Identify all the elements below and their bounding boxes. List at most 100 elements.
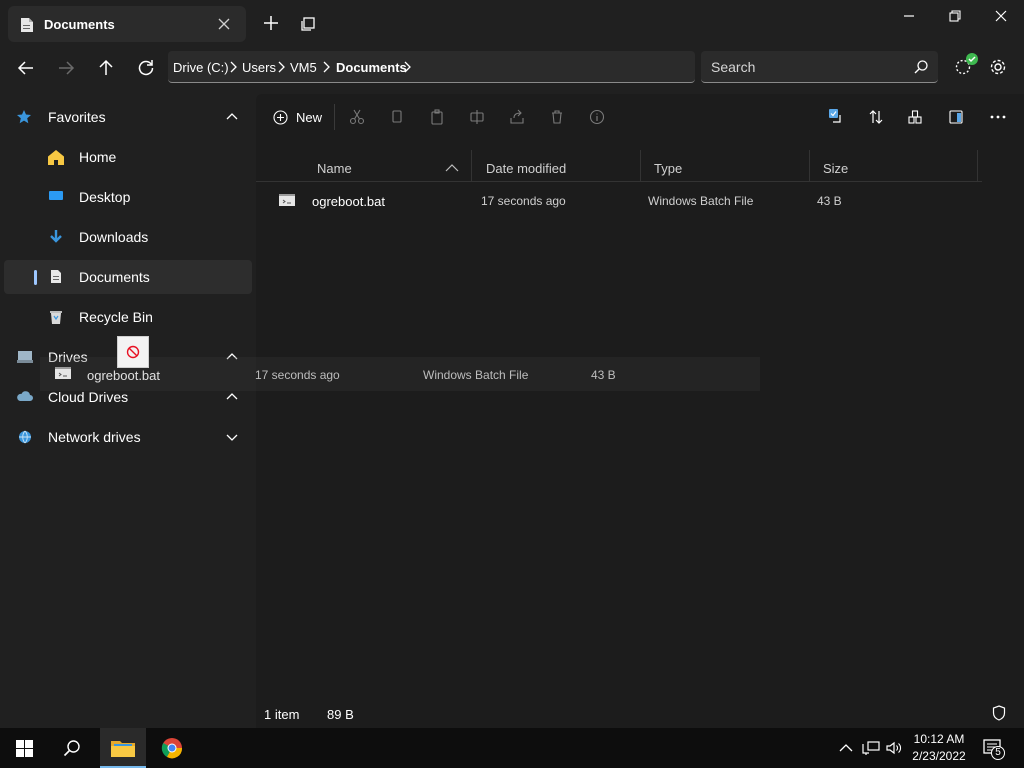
breadcrumb-drive[interactable]: Drive (C:) bbox=[173, 60, 229, 75]
sidebar-label: Recycle Bin bbox=[79, 309, 153, 325]
chevron-right-icon[interactable] bbox=[402, 61, 412, 73]
table-row[interactable]: ogreboot.bat 17 seconds ago Windows Batc… bbox=[262, 186, 982, 216]
home-icon bbox=[47, 149, 65, 166]
drag-file-name: ogreboot.bat bbox=[87, 368, 161, 383]
select-mode-icon[interactable] bbox=[827, 107, 843, 123]
duplicate-tab-icon[interactable] bbox=[300, 16, 316, 32]
search-input[interactable]: Search bbox=[701, 51, 938, 83]
column-divider[interactable] bbox=[640, 150, 641, 182]
status-center-icon[interactable] bbox=[953, 52, 981, 78]
search-icon[interactable] bbox=[913, 59, 929, 75]
chevron-up-icon[interactable] bbox=[226, 112, 238, 122]
sidebar-label: Cloud Drives bbox=[48, 389, 129, 405]
breadcrumb-documents[interactable]: Documents bbox=[336, 60, 407, 75]
column-size[interactable]: Size bbox=[823, 161, 848, 176]
drive-icon bbox=[16, 349, 34, 365]
batch-file-icon bbox=[54, 365, 72, 381]
sidebar-item-downloads[interactable]: Downloads bbox=[4, 220, 252, 254]
column-date-modified[interactable]: Date modified bbox=[486, 161, 566, 176]
star-icon bbox=[16, 109, 32, 125]
no-drop-cursor-icon bbox=[117, 336, 149, 368]
chevron-right-icon bbox=[321, 61, 331, 73]
new-label: New bbox=[296, 110, 323, 125]
more-options-icon[interactable] bbox=[989, 109, 1006, 125]
clock-date: 2/23/2022 bbox=[912, 749, 966, 763]
copy-icon[interactable] bbox=[389, 109, 405, 125]
sidebar-item-recycle-bin[interactable]: Recycle Bin bbox=[4, 300, 252, 334]
toolbar-divider bbox=[334, 104, 335, 130]
folder-icon bbox=[110, 738, 136, 758]
taskbar-chrome[interactable] bbox=[150, 728, 194, 768]
batch-file-icon bbox=[278, 192, 296, 208]
back-icon[interactable] bbox=[16, 58, 36, 78]
file-size: 43 B bbox=[817, 194, 842, 208]
sidebar-item-desktop[interactable]: Desktop bbox=[4, 180, 252, 214]
total-size: 89 B bbox=[327, 707, 354, 722]
sort-ascending-icon[interactable] bbox=[445, 163, 459, 173]
status-bar: 1 item 89 B bbox=[256, 700, 1024, 728]
network-icon bbox=[16, 429, 34, 445]
sidebar-label: Desktop bbox=[79, 189, 131, 205]
preview-pane-icon[interactable] bbox=[948, 109, 964, 125]
address-bar[interactable]: Drive (C:) Users VM5 Documents bbox=[168, 51, 695, 83]
share-icon[interactable] bbox=[509, 109, 525, 125]
taskbar-clock[interactable]: 10:12 AM 2/23/2022 bbox=[905, 731, 973, 765]
column-divider[interactable] bbox=[977, 150, 978, 182]
close-tab-icon[interactable] bbox=[216, 16, 232, 32]
selection-indicator bbox=[34, 270, 37, 285]
shield-icon[interactable] bbox=[992, 705, 1006, 721]
info-icon[interactable] bbox=[589, 109, 605, 125]
notification-count: 5 bbox=[991, 746, 1005, 760]
sidebar-item-documents[interactable]: Documents bbox=[4, 260, 252, 294]
search-placeholder: Search bbox=[711, 59, 756, 75]
sidebar-label: Favorites bbox=[48, 109, 106, 125]
file-date: 17 seconds ago bbox=[481, 194, 566, 208]
minimize-icon[interactable] bbox=[901, 8, 917, 24]
delete-icon[interactable] bbox=[549, 109, 565, 125]
document-icon bbox=[50, 269, 62, 284]
restore-icon[interactable] bbox=[947, 8, 963, 24]
sidebar-item-home[interactable]: Home bbox=[4, 140, 252, 174]
document-icon bbox=[20, 17, 34, 33]
sidebar-label: Downloads bbox=[79, 229, 149, 245]
windows-start-icon[interactable] bbox=[16, 740, 33, 757]
network-status-icon[interactable] bbox=[862, 740, 880, 756]
new-button[interactable]: New bbox=[266, 103, 328, 131]
sidebar-section-favorites[interactable]: Favorites bbox=[4, 100, 252, 134]
column-divider[interactable] bbox=[809, 150, 810, 182]
breadcrumb-vm5[interactable]: VM5 bbox=[290, 60, 317, 75]
column-type[interactable]: Type bbox=[654, 161, 682, 176]
close-window-icon[interactable] bbox=[993, 8, 1009, 24]
gear-icon[interactable] bbox=[989, 58, 1007, 76]
tab-documents[interactable]: Documents bbox=[8, 6, 246, 42]
paste-icon[interactable] bbox=[429, 109, 445, 125]
volume-icon[interactable] bbox=[885, 740, 903, 756]
cut-icon[interactable] bbox=[349, 109, 365, 125]
new-tab-icon[interactable] bbox=[262, 14, 280, 32]
sidebar-label: Home bbox=[79, 149, 117, 165]
plus-circle-icon bbox=[273, 110, 288, 125]
chevron-right-icon bbox=[228, 61, 238, 73]
column-name[interactable]: Name bbox=[317, 161, 352, 176]
refresh-icon[interactable] bbox=[136, 58, 156, 78]
notification-center-icon[interactable]: 5 bbox=[983, 738, 1007, 760]
cloud-icon bbox=[16, 389, 34, 403]
sort-icon[interactable] bbox=[868, 109, 884, 125]
desktop-icon bbox=[48, 189, 64, 203]
up-icon[interactable] bbox=[96, 58, 116, 78]
column-header bbox=[256, 150, 982, 182]
rename-icon[interactable] bbox=[469, 109, 485, 125]
chevron-down-icon[interactable] bbox=[226, 432, 238, 442]
chevron-up-icon[interactable] bbox=[226, 392, 238, 402]
file-type: Windows Batch File bbox=[648, 194, 754, 208]
column-divider[interactable] bbox=[471, 150, 472, 182]
search-icon[interactable] bbox=[63, 739, 81, 757]
clock-time: 10:12 AM bbox=[913, 732, 965, 746]
sidebar-section-network-drives[interactable]: Network drives bbox=[4, 420, 252, 454]
breadcrumb-users[interactable]: Users bbox=[242, 60, 276, 75]
drag-file-date: 17 seconds ago bbox=[255, 368, 340, 382]
layout-icon[interactable] bbox=[907, 109, 923, 125]
forward-icon[interactable] bbox=[56, 58, 76, 78]
taskbar-file-explorer[interactable] bbox=[100, 728, 146, 768]
chevron-up-icon[interactable] bbox=[839, 742, 853, 754]
